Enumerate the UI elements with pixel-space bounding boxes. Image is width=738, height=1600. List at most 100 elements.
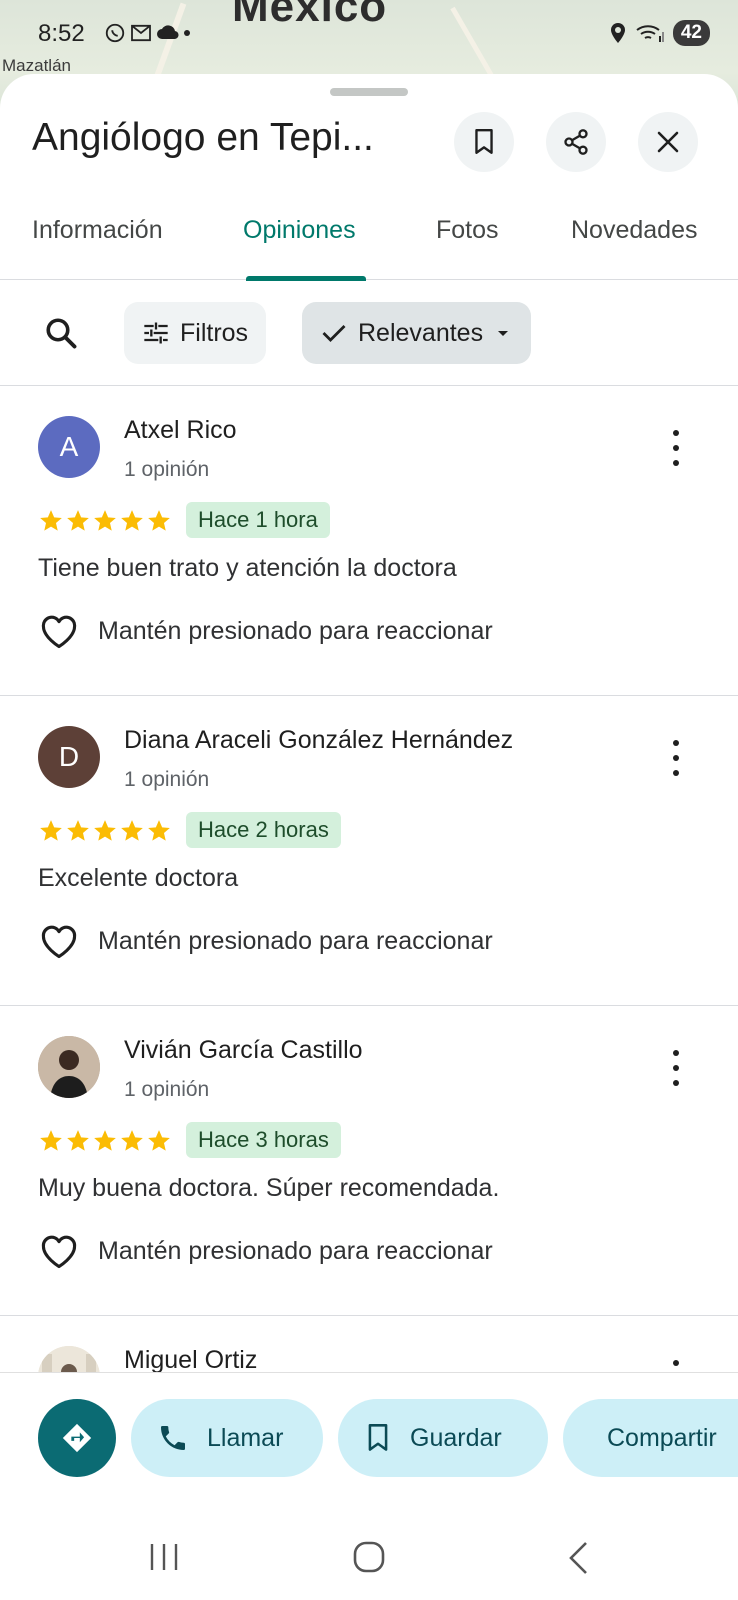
star-icon	[40, 510, 62, 531]
react-label: Mantén presionado para reaccionar	[98, 926, 493, 955]
tab-novedades[interactable]: Novedades	[571, 216, 697, 245]
reviewer-review-count: 1 opinión	[124, 768, 210, 791]
reviewer-review-count: 1 opinión	[124, 1078, 210, 1101]
share-label: Compartir	[607, 1423, 717, 1452]
bookmark-icon	[368, 1424, 388, 1451]
tune-icon	[144, 322, 168, 344]
filters-label: Filtros	[180, 318, 249, 347]
more-options-button[interactable]	[664, 430, 688, 466]
more-options-button[interactable]	[664, 740, 688, 776]
react-button[interactable]: Mantén presionado para reaccionar	[38, 612, 493, 650]
more-options-button[interactable]	[664, 1050, 688, 1086]
star-icon	[121, 820, 143, 841]
star-rating	[38, 508, 172, 534]
star-icon	[40, 820, 62, 841]
bookmark-icon	[475, 128, 493, 154]
star-icon	[94, 510, 116, 531]
review-time-badge: Hace 1 hora	[186, 502, 330, 538]
place-sheet: Angiólogo en Tepi... Información Opinion…	[0, 74, 738, 1600]
directions-button[interactable]	[38, 1399, 116, 1477]
star-icon	[67, 510, 89, 531]
review-item[interactable]: Vivián García Castillo 1 opinión Hace 3 …	[0, 1006, 738, 1316]
avatar[interactable]	[38, 1036, 100, 1098]
place-title: Angiólogo en Tepi...	[32, 116, 374, 159]
star-icon	[148, 510, 170, 531]
action-bar: Llamar Guardar Compartir	[0, 1372, 738, 1482]
tab-informacion[interactable]: Información	[32, 216, 163, 245]
avatar[interactable]: D	[38, 726, 100, 788]
reviewer-review-count: 1 opinión	[124, 458, 210, 481]
review-text: Excelente doctora	[38, 864, 239, 892]
back-icon[interactable]	[566, 1540, 590, 1576]
drag-handle[interactable]	[330, 88, 408, 96]
sort-label: Relevantes	[358, 318, 484, 347]
star-icon	[67, 820, 89, 841]
react-button[interactable]: Mantén presionado para reaccionar	[38, 922, 493, 960]
search-icon	[46, 318, 77, 349]
star-icon	[121, 510, 143, 531]
battery-indicator: 42	[672, 20, 710, 46]
system-nav-bar	[0, 1508, 738, 1600]
reviewer-name[interactable]: Atxel Rico	[124, 416, 237, 445]
star-icon	[148, 820, 170, 841]
whatsapp-icon	[105, 23, 125, 43]
star-icon	[121, 1130, 143, 1151]
save-place-button[interactable]	[454, 112, 514, 172]
review-filter-row: Filtros Relevantes	[0, 280, 738, 386]
review-item[interactable]: D Diana Araceli González Hernández 1 opi…	[0, 696, 738, 1006]
search-reviews-button[interactable]	[36, 308, 86, 358]
status-notifications	[104, 22, 190, 44]
tab-fotos[interactable]: Fotos	[436, 216, 499, 245]
review-text: Muy buena doctora. Súper recomendada.	[38, 1174, 500, 1202]
home-icon[interactable]	[352, 1540, 386, 1574]
share-button[interactable]	[546, 112, 606, 172]
star-icon	[94, 1130, 116, 1151]
check-icon	[322, 325, 346, 342]
gmail-icon	[131, 24, 151, 42]
tab-opiniones[interactable]: Opiniones	[243, 216, 356, 245]
tab-bar: Información Opiniones Fotos Novedades	[0, 202, 738, 281]
reviewer-name[interactable]: Miguel Ortiz	[124, 1346, 257, 1375]
star-icon	[148, 1130, 170, 1151]
review-time-badge: Hace 3 horas	[186, 1122, 341, 1158]
avatar-photo	[38, 1036, 100, 1098]
wifi-signal-icon	[636, 25, 664, 42]
star-icon	[67, 1130, 89, 1151]
review-item[interactable]: A Atxel Rico 1 opinión Hace 1 hora Tiene…	[0, 386, 738, 696]
reviewer-name[interactable]: Vivián García Castillo	[124, 1036, 363, 1065]
save-label: Guardar	[410, 1423, 502, 1452]
more-notifications-dot	[184, 30, 190, 36]
star-rating	[38, 1128, 172, 1154]
status-time: 8:52	[38, 20, 85, 47]
sort-relevant-chip[interactable]: Relevantes	[302, 302, 532, 364]
react-label: Mantén presionado para reaccionar	[98, 1236, 493, 1265]
directions-icon	[62, 1423, 92, 1453]
heart-icon	[41, 925, 77, 959]
filters-chip[interactable]: Filtros	[124, 302, 267, 364]
review-text: Tiene buen trato y atención la doctora	[38, 554, 457, 582]
close-icon	[657, 131, 679, 153]
share-icon	[564, 129, 588, 155]
reviewer-name[interactable]: Diana Araceli González Hernández	[124, 726, 513, 755]
dropdown-arrow-icon	[498, 331, 509, 336]
status-system-icons: 42	[609, 20, 710, 46]
react-label: Mantén presionado para reaccionar	[98, 616, 493, 645]
phone-icon	[161, 1426, 185, 1450]
map-region-label: Mexico	[232, 0, 388, 31]
map-city-label: Mazatlán	[2, 56, 71, 75]
share-action-button[interactable]: Compartir	[563, 1399, 738, 1477]
heart-icon	[41, 1235, 77, 1269]
avatar[interactable]: A	[38, 416, 100, 478]
recent-apps-icon[interactable]	[148, 1542, 180, 1572]
call-button[interactable]: Llamar	[131, 1399, 323, 1477]
star-icon	[94, 820, 116, 841]
review-time-badge: Hace 2 horas	[186, 812, 341, 848]
star-rating	[38, 818, 172, 844]
cloud-icon	[157, 25, 179, 40]
location-icon	[610, 23, 625, 43]
react-button[interactable]: Mantén presionado para reaccionar	[38, 1232, 493, 1270]
save-button[interactable]: Guardar	[338, 1399, 548, 1477]
close-button[interactable]	[638, 112, 698, 172]
call-label: Llamar	[207, 1423, 284, 1452]
star-icon	[40, 1130, 62, 1151]
